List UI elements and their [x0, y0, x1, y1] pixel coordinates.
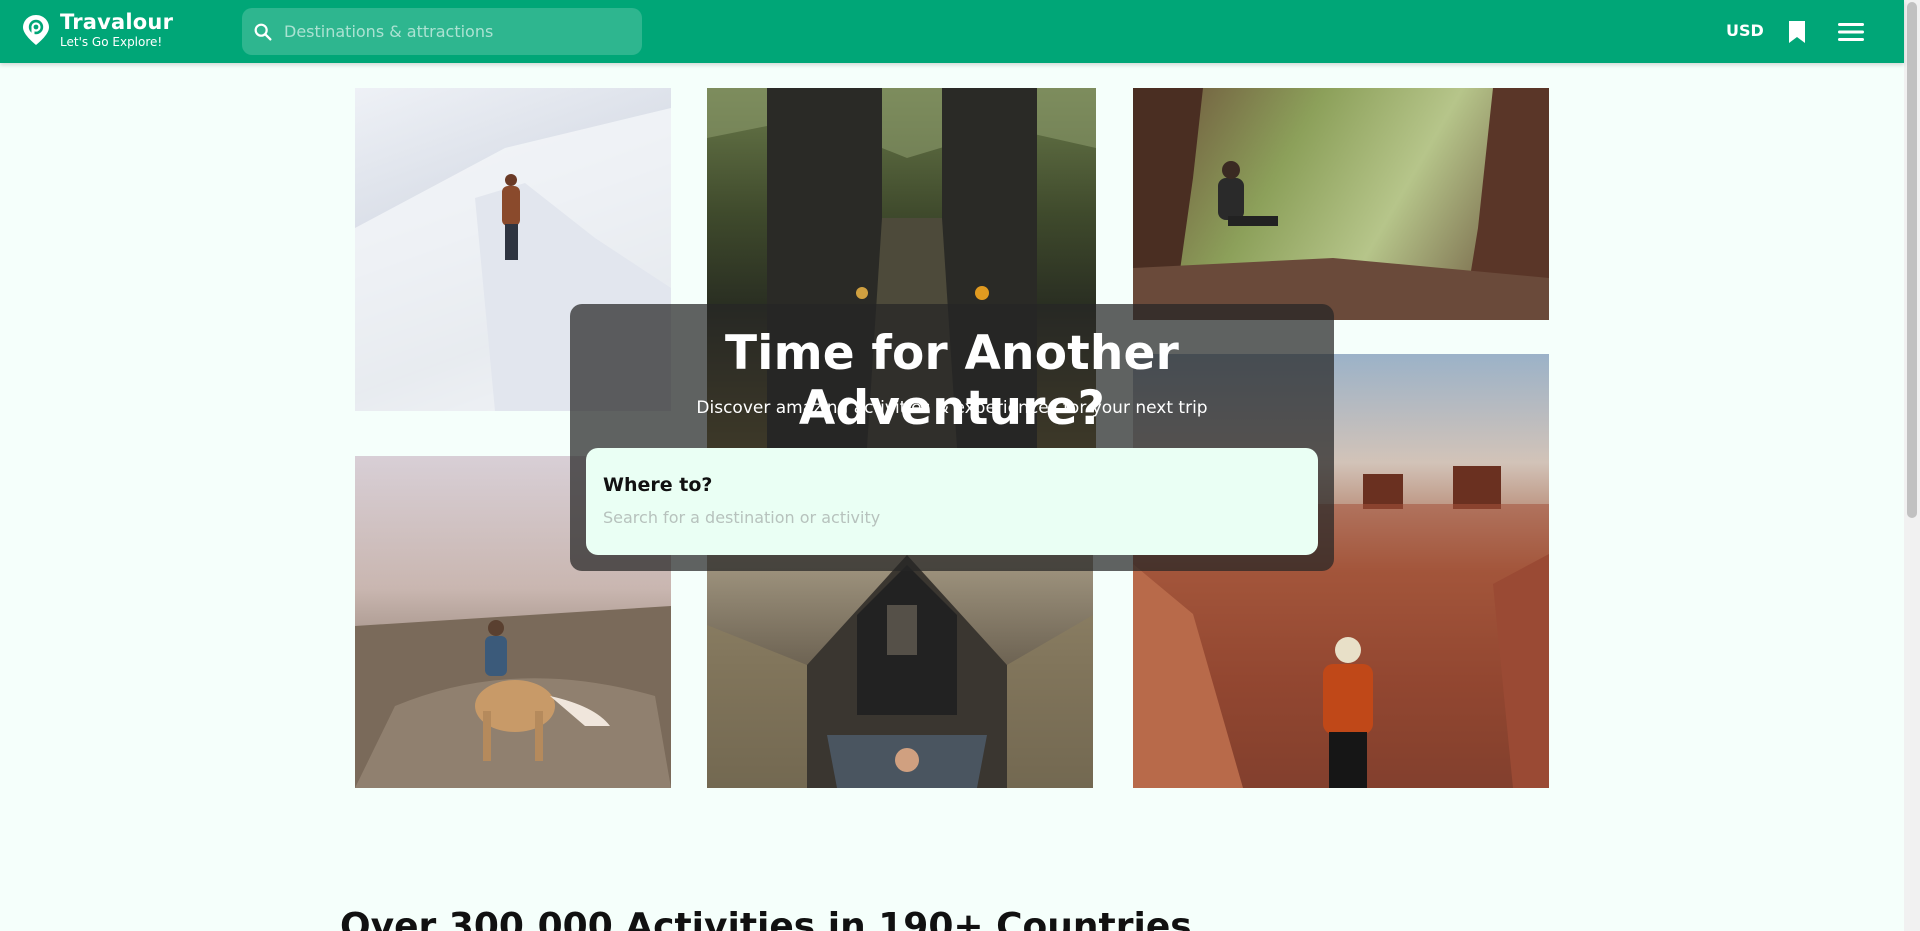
top-navbar: Travalour Let's Go Explore! USD [0, 0, 1904, 63]
hero-title: Time for Another Adventure? [725, 326, 1179, 436]
brand-tagline: Let's Go Explore! [60, 35, 163, 49]
logo[interactable]: Travalour Let's Go Explore! [22, 12, 173, 48]
header-search-input[interactable] [284, 22, 624, 41]
currency-selector[interactable]: USD [1726, 21, 1764, 40]
menu-icon[interactable] [1838, 21, 1864, 43]
brand-name: Travalour [60, 10, 174, 34]
bookmark-icon[interactable] [1788, 20, 1806, 44]
activities-section-heading: Over 300,000 Activities in 190+ Countrie… [340, 906, 1192, 931]
search-icon [254, 23, 272, 41]
where-to-label: Where to? [603, 474, 713, 496]
header-search-bar[interactable] [242, 8, 642, 55]
logo-pin-icon [23, 15, 49, 45]
page-scrollbar[interactable] [1904, 0, 1920, 931]
destination-search-input[interactable] [603, 508, 1293, 527]
scrollbar-thumb[interactable] [1907, 2, 1917, 518]
where-to-search-card[interactable]: Where to? [586, 448, 1318, 555]
hero-subtitle: Discover amazing activities & experience… [696, 398, 1208, 418]
photo-stone-hut-hotspring [707, 555, 1093, 788]
hero-panel: Time for Another Adventure? Discover ama… [570, 304, 1334, 571]
photo-cave-view [1133, 88, 1549, 320]
